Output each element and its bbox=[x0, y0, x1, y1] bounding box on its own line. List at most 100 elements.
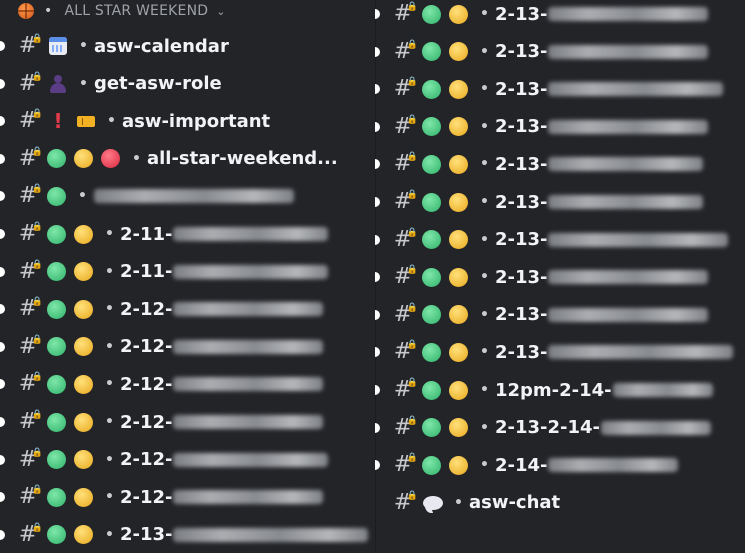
channel-row[interactable]: # 🔒 • 2-13- bbox=[375, 34, 709, 70]
channel-row[interactable]: # 🔒! • asw-important bbox=[0, 103, 270, 139]
redacted-text bbox=[173, 415, 324, 429]
bubble-graphic bbox=[423, 495, 443, 510]
unread-indicator bbox=[375, 197, 380, 207]
channel-row[interactable]: # 🔒 • get-asw-role bbox=[0, 66, 222, 102]
locked-text-channel-icon: # 🔒 bbox=[392, 340, 418, 363]
chevron-down-icon[interactable]: ⌄ bbox=[216, 5, 225, 18]
yellow-circle-icon bbox=[449, 305, 468, 325]
locked-text-channel-icon: # 🔒 bbox=[392, 453, 418, 476]
lock-icon: 🔒 bbox=[31, 222, 43, 232]
redacted-text bbox=[173, 377, 324, 392]
lock-icon: 🔒 bbox=[31, 146, 43, 157]
channel-row[interactable]: # 🔒 • 2-13- bbox=[375, 71, 724, 107]
lock-icon: 🔒 bbox=[31, 372, 43, 383]
channel-row[interactable]: # 🔒 • 2-13- bbox=[375, 259, 709, 295]
locked-text-channel-icon: # 🔒 bbox=[392, 115, 418, 138]
lock-icon: 🔒 bbox=[406, 114, 418, 125]
redacted-text bbox=[548, 345, 734, 360]
channel-row[interactable]: # 🔒 • asw-chat bbox=[375, 485, 560, 521]
channel-name: 2-13-2-14- bbox=[494, 417, 600, 439]
channel-row[interactable]: # 🔒 • 2-12- bbox=[0, 291, 324, 327]
separator-dot: • bbox=[480, 43, 489, 60]
channel-row[interactable]: # 🔒 • asw-calendar bbox=[0, 28, 229, 64]
green-circle-icon bbox=[422, 4, 441, 24]
locked-text-channel-icon: # 🔒 bbox=[17, 297, 43, 320]
channel-row[interactable]: # 🔒 • 2-13-2-14- bbox=[375, 410, 711, 446]
locked-text-channel-icon: # 🔒 bbox=[17, 523, 43, 546]
lock-icon: 🔒 bbox=[31, 34, 43, 44]
green-circle-icon bbox=[47, 450, 66, 470]
separator-dot: • bbox=[107, 113, 116, 130]
channel-row[interactable]: # 🔒 • 2-13- bbox=[375, 146, 704, 182]
channel-name: 2-13- bbox=[494, 41, 548, 63]
locked-text-channel-icon: # 🔒 bbox=[17, 372, 43, 395]
redacted-text bbox=[548, 44, 709, 59]
unread-indicator bbox=[375, 385, 380, 395]
unread-indicator bbox=[375, 9, 380, 19]
channel-name: 12pm-2-14- bbox=[494, 379, 612, 401]
separator-dot: • bbox=[79, 38, 88, 54]
redacted-text bbox=[173, 264, 329, 279]
green-circle-icon bbox=[422, 418, 441, 438]
channel-row[interactable]: # 🔒 • 2-12- bbox=[0, 404, 324, 440]
locked-text-channel-icon: # 🔒 bbox=[17, 448, 43, 471]
separator-dot: • bbox=[480, 81, 489, 98]
lock-icon: 🔒 bbox=[31, 447, 43, 458]
channel-row[interactable]: # 🔒 • all-star-weekend... bbox=[0, 141, 338, 177]
unread-indicator bbox=[0, 304, 5, 315]
channel-row[interactable]: # 🔒 • 2-13- bbox=[375, 297, 709, 333]
channel-row[interactable]: # 🔒 • 2-14- bbox=[375, 447, 679, 483]
redacted-text bbox=[600, 420, 711, 435]
channel-name: asw-important bbox=[121, 110, 271, 132]
redacted-text bbox=[548, 270, 709, 285]
unread-indicator bbox=[0, 492, 5, 503]
channel-row[interactable]: # 🔒 • 2-13- bbox=[375, 184, 704, 220]
separator-dot: • bbox=[480, 382, 489, 398]
locked-text-channel-icon: # 🔒 bbox=[17, 184, 43, 207]
unread-indicator bbox=[0, 266, 5, 277]
locked-text-channel-icon: # 🔒 bbox=[392, 491, 418, 514]
separator-dot: • bbox=[44, 3, 53, 19]
unread-indicator bbox=[0, 379, 5, 390]
unread-indicator bbox=[375, 272, 380, 283]
channel-row[interactable]: # 🔒 • 2-12- bbox=[0, 479, 324, 515]
lock-icon: 🔒 bbox=[31, 184, 43, 195]
channel-row[interactable]: # 🔒 • 2-13- bbox=[0, 517, 369, 553]
channel-row[interactable]: # 🔒 • 2-12- bbox=[0, 366, 324, 402]
green-circle-icon bbox=[47, 337, 66, 357]
green-circle-icon bbox=[422, 42, 441, 62]
category-header-all-star-weekend[interactable]: • ALL STAR WEEKEND ⌄ bbox=[18, 0, 226, 22]
channel-row[interactable]: # 🔒 • 2-11- bbox=[0, 254, 329, 290]
redacted-text bbox=[548, 7, 709, 21]
green-circle-icon bbox=[422, 380, 441, 400]
separator-dot: • bbox=[105, 338, 114, 355]
redacted-text bbox=[612, 383, 713, 397]
channel-name: 2-13- bbox=[494, 3, 548, 25]
channel-row[interactable]: # 🔒 • 12pm-2-14- bbox=[375, 372, 713, 408]
lock-icon: 🔒 bbox=[406, 490, 418, 501]
green-circle-icon bbox=[422, 230, 441, 250]
channel-row[interactable]: # 🔒 • bbox=[0, 178, 294, 214]
locked-text-channel-icon: # 🔒 bbox=[17, 34, 43, 57]
channel-row[interactable]: # 🔒 • 2-12- bbox=[0, 442, 329, 478]
channel-row[interactable]: # 🔒 • 2-13- bbox=[375, 109, 709, 145]
channel-row[interactable]: # 🔒 • 2-12- bbox=[0, 329, 324, 365]
lock-icon: 🔒 bbox=[31, 71, 43, 82]
channel-row[interactable]: # 🔒 • 2-13- bbox=[375, 222, 729, 258]
green-circle-icon bbox=[47, 262, 66, 282]
channel-row[interactable]: # 🔒 • 2-11- bbox=[0, 216, 329, 252]
locked-text-channel-icon: # 🔒 bbox=[17, 410, 43, 433]
green-circle-icon bbox=[422, 267, 441, 287]
locked-text-channel-icon: # 🔒 bbox=[392, 2, 418, 25]
lock-icon: 🔒 bbox=[406, 378, 418, 388]
exclamation-icon: ! bbox=[47, 109, 69, 133]
channel-row[interactable]: # 🔒 • 2-13- bbox=[375, 0, 709, 32]
lock-icon: 🔒 bbox=[406, 227, 418, 238]
unread-indicator bbox=[0, 191, 5, 202]
channel-row[interactable]: # 🔒 • 2-13- bbox=[375, 334, 734, 370]
calendar-icon bbox=[47, 35, 69, 57]
redacted-text bbox=[548, 119, 709, 134]
lock-icon: 🔒 bbox=[406, 453, 418, 464]
yellow-circle-icon bbox=[74, 299, 93, 319]
locked-text-channel-icon: # 🔒 bbox=[392, 303, 418, 326]
